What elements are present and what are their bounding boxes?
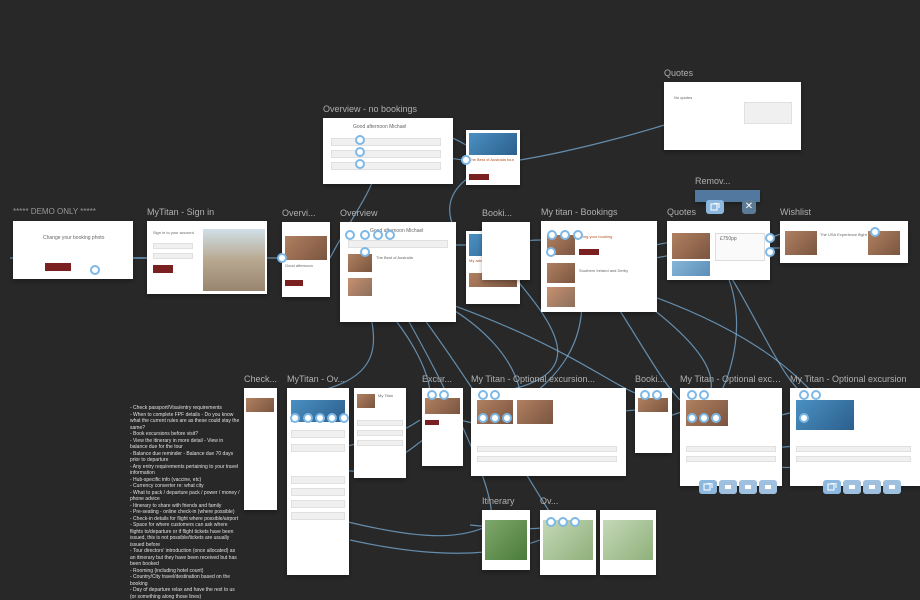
frame-label: Overvi... [282, 208, 316, 218]
connection-node[interactable] [502, 413, 512, 423]
connection-node[interactable] [385, 230, 395, 240]
connection-node[interactable] [699, 390, 709, 400]
frame-label: Overview [340, 208, 378, 218]
connection-node[interactable] [339, 413, 349, 423]
frame-label: My Titan - Optional excursion [790, 374, 907, 384]
frame-overview-nobookings[interactable]: Overview - no bookings Good afternoon Mi… [323, 118, 453, 184]
connection-node[interactable] [327, 413, 337, 423]
frame-itinerary[interactable]: Itinerary [482, 510, 530, 570]
frame-overview-small[interactable]: Overvi... Good afternoon [282, 222, 330, 297]
frame-label: Wishlist [780, 207, 811, 217]
connection-node[interactable] [687, 390, 697, 400]
frame-label: MyTitan - Sign in [147, 207, 214, 217]
frame-excur-side[interactable]: My Titan [354, 388, 406, 478]
frame-mytitan-bookings[interactable]: My titan - Bookings Bring your booking S… [541, 221, 657, 312]
frame-label: MyTitan - Ov... [287, 374, 345, 384]
connection-node[interactable] [547, 230, 557, 240]
connection-node[interactable] [558, 517, 568, 527]
frame-side-card1[interactable]: The Best of Australia tour [466, 130, 520, 185]
frame-quotes-top[interactable]: Quotes No quotes [664, 82, 801, 150]
connection-node[interactable] [277, 253, 287, 263]
connection-node[interactable] [560, 230, 570, 240]
frame-overview-main[interactable]: Overview Good afternoon Michael The Best… [340, 222, 456, 322]
connection-node[interactable] [546, 247, 556, 257]
connection-node[interactable] [355, 147, 365, 157]
connection-node[interactable] [478, 390, 488, 400]
connection-node[interactable] [90, 265, 100, 275]
connection-node[interactable] [687, 413, 697, 423]
connection-node[interactable] [490, 390, 500, 400]
frame-label: ***** DEMO ONLY ***** [13, 207, 96, 216]
connection-node[interactable] [573, 230, 583, 240]
frame-wishlist[interactable]: Wishlist The USA Experience flight [780, 221, 908, 263]
connection-node[interactable] [315, 413, 325, 423]
frame-label: Quotes [664, 68, 693, 78]
connection-node[interactable] [478, 413, 488, 423]
prototype-canvas[interactable]: ***** DEMO ONLY ***** Change your bookin… [0, 0, 920, 575]
frame-label: Overview - no bookings [323, 104, 417, 114]
frame-booki1[interactable]: Booki... [482, 222, 530, 280]
frame-quotes-mid[interactable]: Quotes £750pp [667, 221, 770, 280]
connection-node[interactable] [355, 159, 365, 169]
action-icon[interactable] [759, 480, 777, 494]
frame-label: Booki... [482, 208, 512, 218]
frame-label: Excur... [422, 374, 452, 384]
frame-label: Itinerary [482, 496, 515, 506]
connection-node[interactable] [303, 413, 313, 423]
frame-label: Check... [244, 374, 277, 384]
frame-label: Ov... [540, 496, 558, 506]
frame-mytitan-sm2[interactable] [600, 510, 656, 575]
connection-node[interactable] [799, 413, 809, 423]
action-icon[interactable] [699, 480, 717, 494]
action-icon[interactable] [823, 480, 841, 494]
connection-node[interactable] [546, 517, 556, 527]
frame-demo[interactable]: ***** DEMO ONLY ***** Change your bookin… [13, 221, 133, 279]
frame-optional1[interactable]: My Titan - Optional excursion... [471, 388, 626, 476]
connection-node[interactable] [799, 390, 809, 400]
connection-node[interactable] [711, 413, 721, 423]
connection-node[interactable] [811, 390, 821, 400]
connection-node[interactable] [355, 135, 365, 145]
action-icon[interactable] [883, 480, 901, 494]
connection-node[interactable] [870, 227, 880, 237]
connection-node[interactable] [461, 155, 471, 165]
connection-node[interactable] [652, 390, 662, 400]
frame-optional2[interactable]: My Titan - Optional excursion... [680, 388, 782, 486]
connection-node[interactable] [360, 247, 370, 257]
action-icon[interactable] [863, 480, 881, 494]
action-icon[interactable] [739, 480, 757, 494]
frame-check[interactable]: Check... [244, 388, 277, 510]
connection-node[interactable] [765, 247, 775, 257]
connection-node[interactable] [427, 390, 437, 400]
action-group-2 [823, 480, 901, 494]
frame-label: Remov... [695, 176, 730, 186]
frame-label: My titan - Bookings [541, 207, 618, 217]
action-icon[interactable] [706, 200, 724, 214]
connection-node[interactable] [570, 517, 580, 527]
frame-label: Quotes [667, 207, 696, 217]
connection-node[interactable] [640, 390, 650, 400]
action-icon[interactable] [719, 480, 737, 494]
close-icon[interactable]: ✕ [742, 200, 756, 214]
connection-node[interactable] [490, 413, 500, 423]
connection-node[interactable] [360, 230, 370, 240]
connection-node[interactable] [439, 390, 449, 400]
connection-node[interactable] [765, 233, 775, 243]
connection-node[interactable] [373, 230, 383, 240]
frame-label: My Titan - Optional excursion... [471, 374, 595, 384]
frame-label: My Titan - Optional excursion... [680, 374, 782, 384]
frame-optional3[interactable]: My Titan - Optional excursion [790, 388, 920, 486]
action-icon[interactable] [843, 480, 861, 494]
connection-node[interactable] [290, 413, 300, 423]
frame-signin[interactable]: MyTitan - Sign in Sign in to your accoun… [147, 221, 267, 294]
requirements-text: - Check passport/Visa/entry requirements… [130, 405, 240, 600]
action-group-1 [699, 480, 777, 494]
connection-node[interactable] [699, 413, 709, 423]
connection-node[interactable] [345, 230, 355, 240]
frame-label: Booki... [635, 374, 665, 384]
